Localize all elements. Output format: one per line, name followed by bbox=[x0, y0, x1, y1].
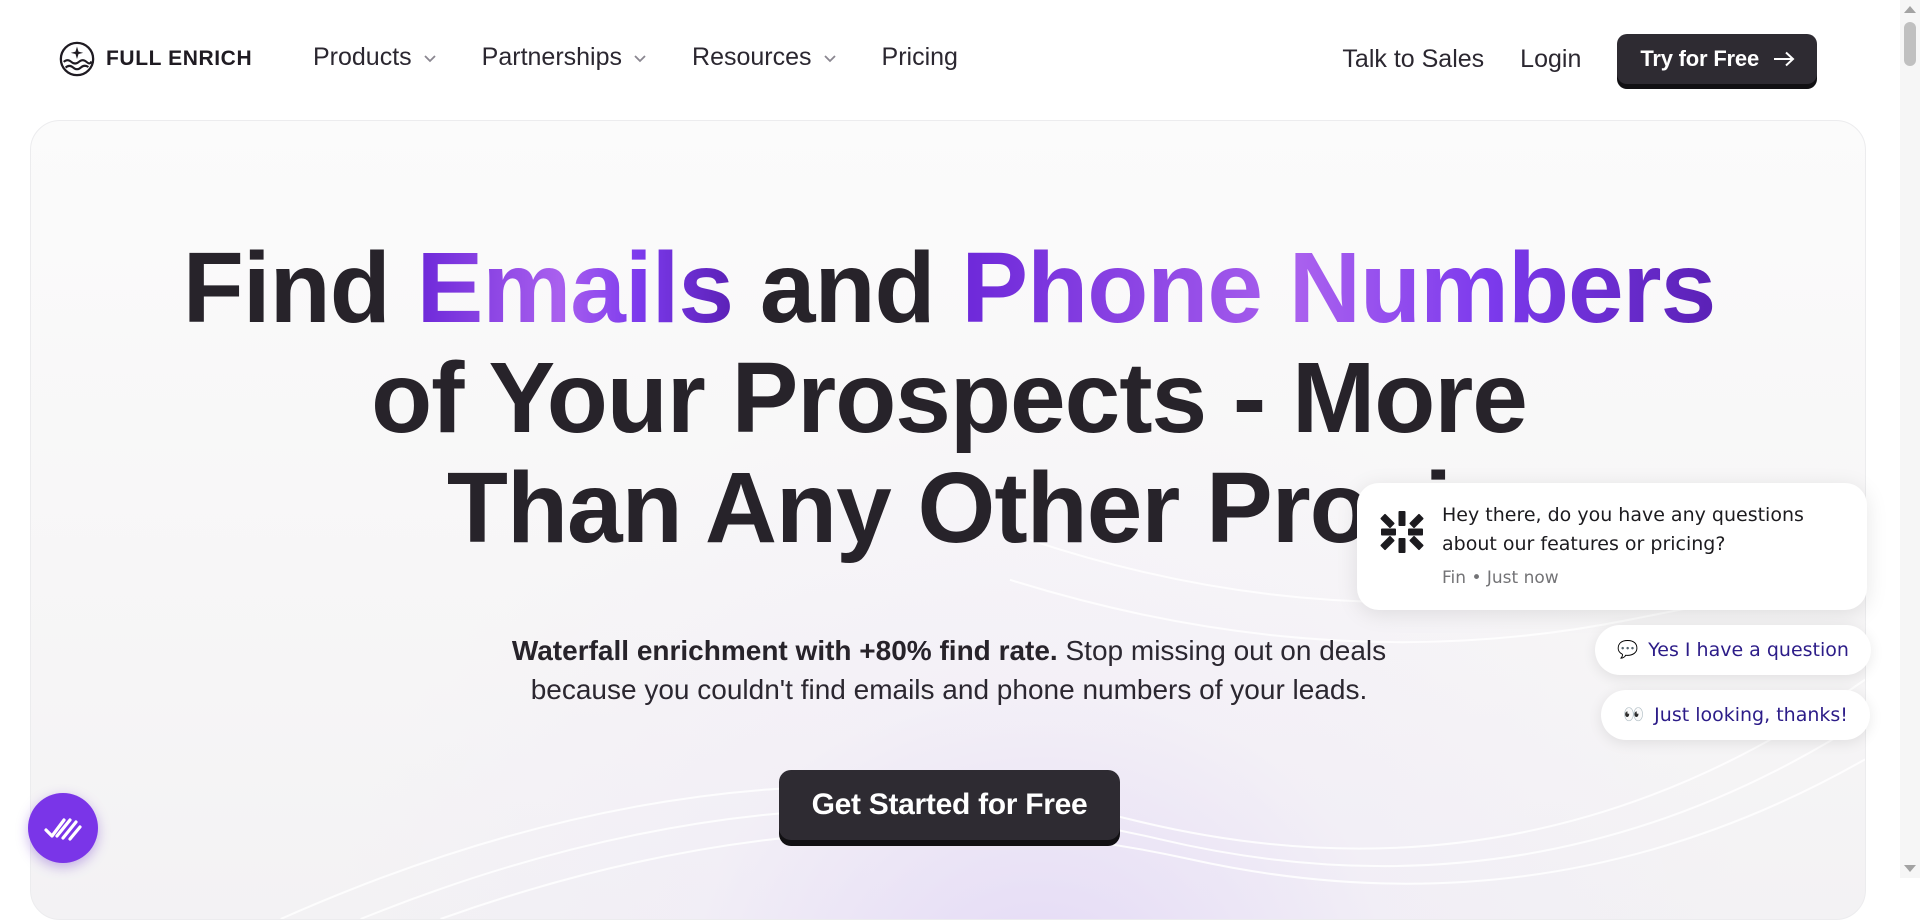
subtext-bold: Waterfall enrichment with +80% find rate… bbox=[511, 635, 1058, 666]
quick-reply-label: Yes I have a question bbox=[1648, 639, 1849, 661]
brand-logo[interactable]: FULL ENRICH bbox=[58, 40, 252, 78]
hero-subtext: Waterfall enrichment with +80% find rate… bbox=[31, 631, 1865, 709]
nav-item-pricing[interactable]: Pricing bbox=[882, 43, 958, 72]
scroll-down-arrow-icon[interactable] bbox=[1904, 865, 1916, 872]
nav-item-products[interactable]: Products bbox=[313, 43, 438, 72]
page-scrollbar[interactable] bbox=[1900, 0, 1920, 878]
eyes-icon: 👀 bbox=[1623, 705, 1645, 725]
nav-item-resources[interactable]: Resources bbox=[692, 43, 838, 72]
chevron-down-icon bbox=[424, 54, 436, 62]
headline-highlight-phone-numbers: Phone Numbers bbox=[961, 232, 1716, 344]
speech-bubble-icon: 💬 bbox=[1617, 640, 1639, 660]
brand-name: FULL ENRICH bbox=[106, 47, 253, 70]
double-check-icon bbox=[44, 818, 82, 841]
headline-highlight-emails: Emails bbox=[416, 232, 734, 344]
try-for-free-label: Try for Free bbox=[1640, 46, 1759, 71]
chevron-down-icon bbox=[634, 54, 646, 62]
headline-text: and bbox=[733, 232, 962, 344]
quick-reply-just-looking[interactable]: 👀 Just looking, thanks! bbox=[1601, 690, 1870, 740]
nav-actions: Talk to Sales Login Try for Free bbox=[1342, 34, 1817, 84]
fin-avatar-icon bbox=[1380, 511, 1424, 553]
scroll-up-arrow-icon[interactable] bbox=[1904, 6, 1916, 13]
login-link[interactable]: Login bbox=[1520, 45, 1581, 74]
talk-to-sales-link[interactable]: Talk to Sales bbox=[1342, 45, 1484, 74]
nav-item-label: Partnerships bbox=[481, 43, 623, 71]
nav-item-label: Resources bbox=[692, 43, 812, 71]
quick-reply-label: Just looking, thanks! bbox=[1654, 704, 1848, 726]
chevron-down-icon bbox=[823, 54, 836, 62]
nav-item-partnerships[interactable]: Partnerships bbox=[482, 43, 648, 72]
chat-message-meta: Fin • Just now bbox=[1442, 568, 1559, 588]
main-menu: Products Partnerships Resources Pricing bbox=[313, 43, 1002, 72]
subtext-line-2: because you couldn't find emails and pho… bbox=[530, 674, 1368, 705]
arrow-right-icon bbox=[1774, 51, 1795, 67]
nav-item-label: Products bbox=[313, 43, 412, 71]
chat-message-bubble[interactable]: Hey there, do you have any questions abo… bbox=[1357, 483, 1867, 610]
headline-line-2: of Your Prospects - More bbox=[371, 342, 1528, 454]
headline-text: Find bbox=[182, 232, 417, 344]
top-navigation: FULL ENRICH Products Partnerships Resour… bbox=[0, 0, 1900, 120]
scrollbar-thumb[interactable] bbox=[1904, 22, 1916, 66]
subtext-rest: Stop missing out on deals bbox=[1057, 635, 1387, 666]
get-started-button[interactable]: Get Started for Free bbox=[779, 770, 1120, 840]
quick-reply-yes-question[interactable]: 💬 Yes I have a question bbox=[1595, 625, 1871, 675]
nav-item-label: Pricing bbox=[881, 43, 958, 71]
circle-wave-star-icon bbox=[59, 41, 95, 77]
chat-launcher-button[interactable] bbox=[28, 793, 98, 863]
chat-message-text: Hey there, do you have any questions abo… bbox=[1442, 504, 1804, 555]
headline-line-3: Than Any Other Provi bbox=[446, 452, 1452, 564]
try-for-free-button[interactable]: Try for Free bbox=[1617, 34, 1817, 84]
